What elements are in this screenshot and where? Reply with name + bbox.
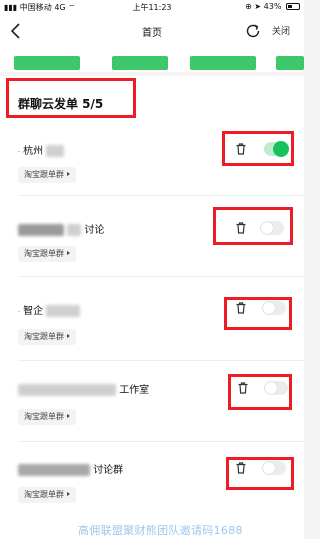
trash-icon[interactable] bbox=[233, 300, 249, 316]
enable-toggle[interactable] bbox=[264, 141, 289, 157]
redacted-text bbox=[46, 305, 81, 317]
row-divider bbox=[18, 276, 304, 277]
group-name: 讨论 bbox=[18, 221, 104, 236]
location-icon: ➤ bbox=[254, 2, 262, 11]
tab-obscured[interactable] bbox=[190, 56, 256, 70]
redacted-text bbox=[18, 384, 116, 396]
battery-percent: 43% bbox=[263, 2, 282, 11]
toggle-knob bbox=[261, 222, 273, 234]
group-tag-selector[interactable]: 淘宝跟单群 bbox=[18, 246, 76, 262]
tab-obscured[interactable] bbox=[14, 56, 80, 70]
tag-label: 淘宝跟单群 bbox=[24, 249, 64, 258]
group-tag-selector[interactable]: 淘宝跟单群 bbox=[18, 167, 76, 183]
toggle-knob bbox=[273, 141, 289, 157]
tab-obscured[interactable] bbox=[112, 56, 168, 70]
group-name: 讨论群 bbox=[18, 461, 123, 476]
tag-label: 淘宝跟单群 bbox=[24, 412, 64, 421]
status-bar: ▮▮▮ 中国移动 4G ⌔ 上午11:23 ⊕ ➤ 43% bbox=[0, 0, 304, 14]
toggle-knob bbox=[263, 462, 275, 474]
group-tag-selector[interactable]: 淘宝跟单群 bbox=[18, 487, 76, 503]
status-bar-right: ⊕ ➤ 43% bbox=[245, 2, 300, 11]
redacted-text bbox=[67, 224, 82, 236]
group-name-text: 工作室 bbox=[119, 385, 150, 396]
watermark-text: 高佣联盟聚财熊团队邀请码1688 bbox=[78, 524, 243, 537]
bullet-icon: · bbox=[18, 309, 20, 316]
trash-icon[interactable] bbox=[233, 141, 249, 157]
toggle-knob bbox=[265, 382, 277, 394]
group-name-text: 讨论 bbox=[84, 225, 105, 236]
rotation-lock-icon: ⊕ bbox=[245, 2, 252, 11]
toggle-knob bbox=[263, 302, 275, 314]
close-button[interactable]: 关闭 bbox=[272, 24, 290, 37]
group-name: · 杭州 bbox=[18, 142, 65, 157]
redacted-text bbox=[46, 145, 65, 157]
battery-fill bbox=[288, 5, 292, 8]
enable-toggle[interactable] bbox=[262, 301, 286, 315]
row-divider bbox=[18, 360, 304, 361]
trash-icon[interactable] bbox=[233, 220, 249, 236]
caret-right-icon bbox=[67, 414, 70, 418]
caret-right-icon bbox=[67, 251, 70, 255]
bullet-icon: · bbox=[18, 149, 20, 156]
group-name-text: 讨论群 bbox=[93, 465, 124, 476]
tag-label: 淘宝跟单群 bbox=[24, 170, 64, 179]
tab-obscured[interactable] bbox=[276, 56, 304, 70]
trash-icon[interactable] bbox=[233, 460, 249, 476]
group-tag-selector[interactable]: 淘宝跟单群 bbox=[18, 329, 76, 345]
nav-bar: 首页 关闭 bbox=[0, 14, 304, 48]
row-divider bbox=[18, 441, 304, 442]
group-name-text: 智企 bbox=[23, 306, 44, 317]
row-divider bbox=[18, 195, 304, 196]
group-tag-selector[interactable]: 淘宝跟单群 bbox=[18, 409, 76, 425]
redacted-text bbox=[18, 464, 90, 476]
battery-icon bbox=[286, 3, 300, 10]
caret-right-icon bbox=[67, 334, 70, 338]
redacted-text bbox=[18, 224, 64, 236]
section-title: 群聊云发单 5/5 bbox=[18, 97, 104, 111]
category-tab-strip bbox=[0, 48, 304, 72]
group-name-text: 杭州 bbox=[23, 146, 44, 157]
caret-right-icon bbox=[67, 492, 70, 496]
tag-label: 淘宝跟单群 bbox=[24, 490, 64, 499]
tag-label: 淘宝跟单群 bbox=[24, 332, 64, 341]
enable-toggle[interactable] bbox=[260, 221, 284, 235]
caret-right-icon bbox=[67, 172, 70, 176]
trash-icon[interactable] bbox=[235, 380, 251, 396]
refresh-icon[interactable] bbox=[244, 22, 262, 40]
enable-toggle[interactable] bbox=[264, 381, 288, 395]
enable-toggle[interactable] bbox=[262, 461, 286, 475]
group-name: · 智企 bbox=[18, 302, 81, 317]
group-name: 工作室 bbox=[18, 381, 149, 396]
